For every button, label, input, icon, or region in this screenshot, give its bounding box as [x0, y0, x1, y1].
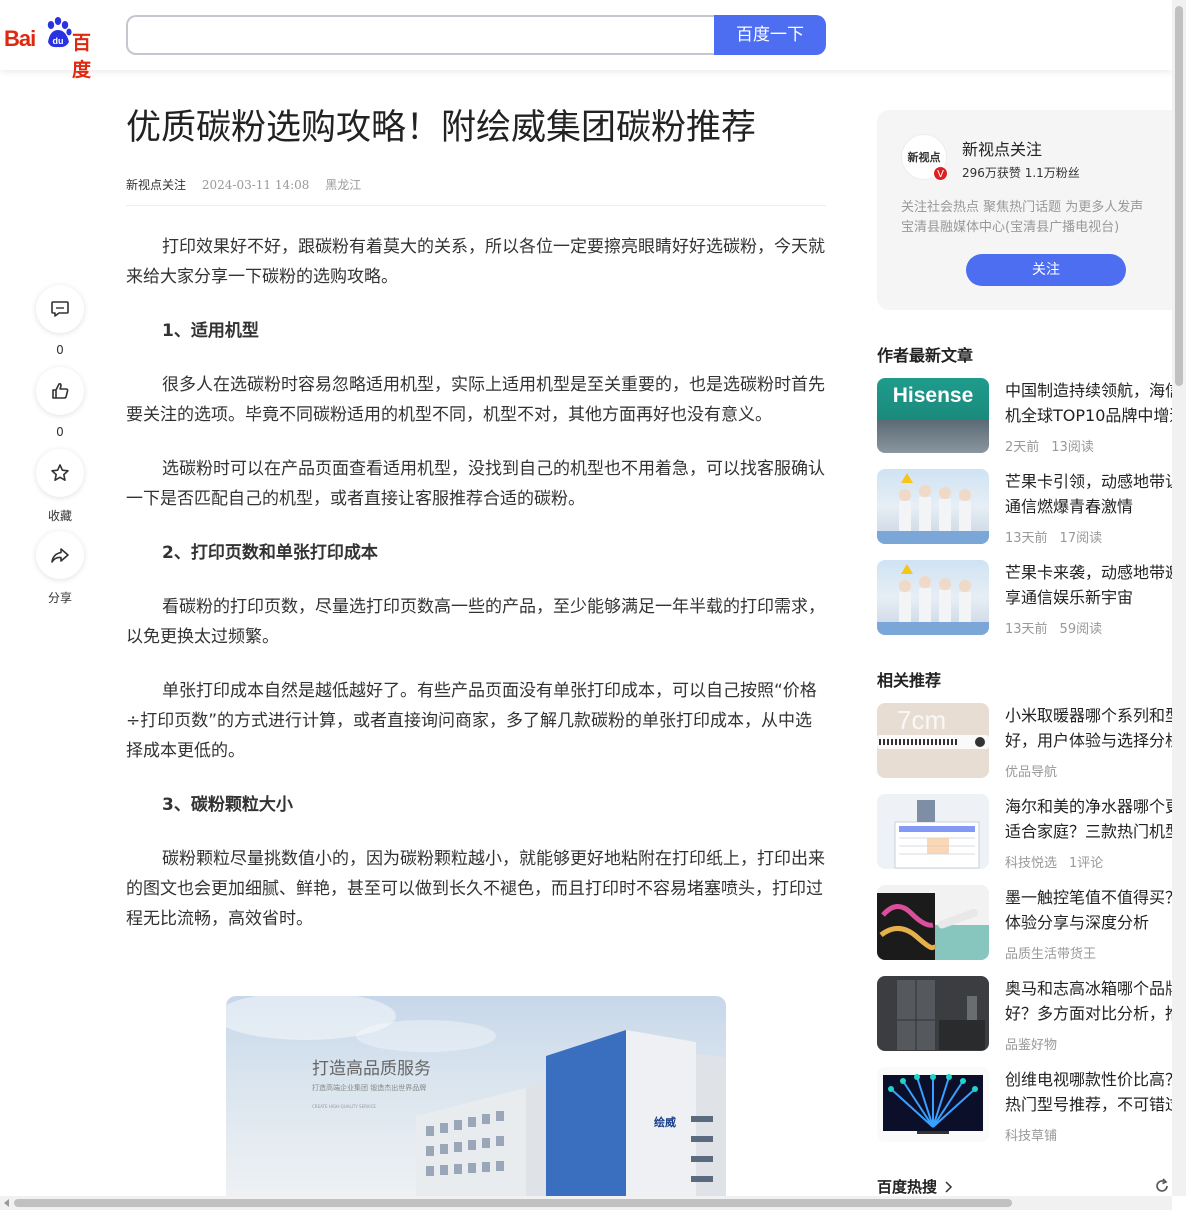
- share-label: 分享: [47, 591, 72, 605]
- paragraph: 看碳粉的打印页数，尽量选打印页数高一些的产品，至少能够满足一年半载的打印需求，以…: [126, 597, 825, 647]
- article-thumbnail: [877, 469, 989, 544]
- related-thumbnail: 7cm: [877, 703, 989, 778]
- image-subline: 打造高端企业集团 锻造杰出世界品牌: [312, 1083, 426, 1092]
- thumbs-up-icon: [52, 382, 69, 399]
- article: 优质碳粉选购攻略！附绘威集团碳粉推荐 新视点关注 2024-03-11 14:0…: [126, 100, 826, 1196]
- card-meta: 科技草铺: [1005, 1129, 1058, 1144]
- related-thumbnail: [877, 976, 989, 1051]
- card-title: 芒果卡来袭，动感地带邀 享通信娱乐新宇宙: [1005, 563, 1172, 607]
- card-meta: 品质生活带货王: [1005, 947, 1097, 962]
- logo-text-bai: Bai: [4, 26, 36, 51]
- share-icon: [51, 548, 69, 563]
- author-card: 新视点 V 新视点关注 296万获赞 1.1万粉丝 关注社会热点 聚焦热门话题 …: [877, 110, 1172, 310]
- related-card[interactable]: 创维电视哪款性价比高？ 热门型号推荐，不可错过 科技草铺: [877, 1067, 1172, 1145]
- star-icon: [51, 464, 69, 481]
- section-heading: 2、打印页数和单张打印成本: [162, 543, 378, 563]
- card-title: 中国制造持续领航，海信 机全球TOP10品牌中增速: [1005, 381, 1172, 425]
- baidu-logo[interactable]: Bai du 百度: [4, 16, 108, 81]
- vertical-scrollbar[interactable]: [1172, 0, 1186, 1196]
- card-meta: 优品导航: [1005, 765, 1058, 780]
- logo-text-du: du: [53, 36, 64, 46]
- paragraph: 打印效果好不好，跟碳粉有着莫大的关系，所以各位一定要擦亮眼睛好好选碳粉，今天就来…: [126, 237, 825, 287]
- card-title: 芒果卡引领，动感地带让 通信燃爆青春激情: [1005, 472, 1172, 516]
- author-stats: 296万获赞 1.1万粉丝: [962, 166, 1080, 180]
- section-heading: 3、碳粉颗粒大小: [162, 795, 293, 815]
- card-title: 墨一触控笔值不值得买？ 体验分享与深度分析: [1005, 888, 1172, 932]
- paragraph: 很多人在选碳粉时容易忽略适用机型，实际上适用机型是至关重要的，也是选碳粉时首先要…: [126, 375, 825, 425]
- related-card[interactable]: 海尔和美的净水器哪个更 适合家庭？三款热门机型 科技悦选 1评论: [877, 794, 1172, 872]
- comment-count: 0: [56, 343, 64, 357]
- image-small: CREATE HIGH-QUALITY SERVICE: [312, 1104, 376, 1109]
- search-button[interactable]: 百度一下: [714, 15, 826, 55]
- follow-button[interactable]: 关注: [966, 254, 1126, 286]
- latest-article-card[interactable]: 芒果卡来袭，动感地带邀 享通信娱乐新宇宙 13天前 59阅读: [877, 560, 1172, 638]
- image-headline: 打造高品质服务: [312, 1059, 431, 1079]
- article-location: 黑龙江: [325, 178, 362, 192]
- article-author[interactable]: 新视点关注: [126, 178, 186, 192]
- article-date: 2024-03-11 14:08: [201, 178, 310, 192]
- share-button[interactable]: [36, 531, 84, 579]
- author-desc-line: 关注社会热点 聚焦热门话题 为更多人发声: [901, 200, 1144, 215]
- collect-label: 收藏: [47, 509, 72, 523]
- thumb-text: 7cm: [897, 705, 947, 735]
- card-meta: 13天前 17阅读: [1005, 531, 1103, 546]
- scrollbar-thumb[interactable]: [14, 1199, 1012, 1207]
- card-title: 奥马和志高冰箱哪个品牌 好？多方面对比分析，推: [1005, 979, 1172, 1023]
- related-thumbnail: [877, 885, 989, 960]
- card-meta: 科技悦选 1评论: [1005, 856, 1104, 871]
- scroll-left-icon[interactable]: [4, 1199, 9, 1207]
- search-input[interactable]: [126, 15, 716, 55]
- comment-button[interactable]: [36, 285, 84, 333]
- hot-search-title[interactable]: 百度热搜: [877, 1176, 954, 1197]
- like-button[interactable]: [36, 367, 84, 415]
- like-action[interactable]: 0: [36, 367, 84, 439]
- article-image[interactable]: 打造高品质服务 打造高端企业集团 锻造杰出世界品牌 CREATE HIGH-QU…: [226, 996, 726, 1196]
- verified-badge-icon: V: [933, 166, 948, 181]
- latest-article-card[interactable]: Hisense 中国制造持续领航，海信 机全球TOP10品牌中增速 2天前 13阅读: [877, 378, 1172, 456]
- card-meta: 品鉴好物: [1005, 1038, 1058, 1053]
- comment-icon: [51, 301, 69, 317]
- logo-text-baidu: 百度: [72, 32, 92, 81]
- scrollbar-thumb[interactable]: [1175, 6, 1183, 386]
- card-title: 小米取暖器哪个系列和型 好，用户体验与选择分析: [1005, 706, 1172, 750]
- collect-action[interactable]: 收藏: [36, 449, 84, 524]
- card-meta: 13天前 59阅读: [1005, 622, 1103, 637]
- building-image: 打造高品质服务 打造高端企业集团 锻造杰出世界品牌 CREATE HIGH-QU…: [226, 996, 726, 1196]
- like-count: 0: [56, 425, 64, 439]
- collect-button[interactable]: [36, 449, 84, 497]
- paragraph: 选碳粉时可以在产品页面查看适用机型，没找到自己的机型也不用着急，可以找客服确认一…: [126, 459, 825, 509]
- related-card[interactable]: 7cm 小米取暖器哪个系列和型 好，用户体验与选择分析 优品导航: [877, 703, 1172, 781]
- related-thumbnail: [877, 794, 989, 869]
- refresh-icon[interactable]: [1154, 1178, 1170, 1194]
- related-card[interactable]: 墨一触控笔值不值得买？ 体验分享与深度分析 品质生活带货王: [877, 885, 1172, 963]
- chevron-right-icon: [945, 1181, 953, 1193]
- horizontal-scrollbar[interactable]: [0, 1196, 1172, 1210]
- image-sign: 绘威: [654, 1115, 676, 1129]
- related-card[interactable]: 奥马和志高冰箱哪个品牌 好？多方面对比分析，推 品鉴好物: [877, 976, 1172, 1054]
- article-thumbnail: Hisense: [877, 378, 989, 453]
- card-title: 海尔和美的净水器哪个更 适合家庭？三款热门机型: [1005, 797, 1172, 841]
- comment-action[interactable]: 0: [36, 285, 84, 357]
- latest-articles-title: 作者最新文章: [877, 346, 974, 365]
- paw-icon: du: [47, 17, 72, 48]
- author-desc: 关注社会热点 聚焦热门话题 为更多人发声 宝清县融媒体中心(宝清县广播电视台): [901, 198, 1163, 238]
- card-title: 创维电视哪款性价比高？ 热门型号推荐，不可错过: [1005, 1070, 1172, 1114]
- article-thumbnail: [877, 560, 989, 635]
- article-meta: 新视点关注 2024-03-11 14:08 黑龙江: [126, 176, 826, 206]
- paragraph: 碳粉颗粒尽量挑数值小的，因为碳粉颗粒越小，就能够更好地粘附在打印纸上，打印出来的…: [126, 849, 825, 929]
- thumb-brand-text: Hisense: [892, 384, 974, 407]
- author-name[interactable]: 新视点关注: [962, 136, 1042, 160]
- author-desc-line: 宝清县融媒体中心(宝清县广播电视台): [901, 220, 1120, 235]
- paragraph: 单张打印成本自然是越低越好了。有些产品页面没有单张打印成本，可以自己按照“价格÷…: [126, 681, 817, 761]
- latest-article-card[interactable]: 芒果卡引领，动感地带让 通信燃爆青春激情 13天前 17阅读: [877, 469, 1172, 547]
- top-header: Bai du 百度 百度一下: [0, 0, 1172, 81]
- related-title: 相关推荐: [877, 671, 942, 690]
- section-heading: 1、适用机型: [162, 321, 259, 341]
- share-action[interactable]: 分享: [36, 531, 84, 606]
- article-body: 打印效果好不好，跟碳粉有着莫大的关系，所以各位一定要擦亮眼睛好好选碳粉，今天就来…: [126, 232, 826, 934]
- card-meta: 2天前 13阅读: [1005, 440, 1094, 455]
- related-thumbnail: [877, 1067, 989, 1142]
- article-title: 优质碳粉选购攻略！附绘威集团碳粉推荐: [126, 108, 757, 148]
